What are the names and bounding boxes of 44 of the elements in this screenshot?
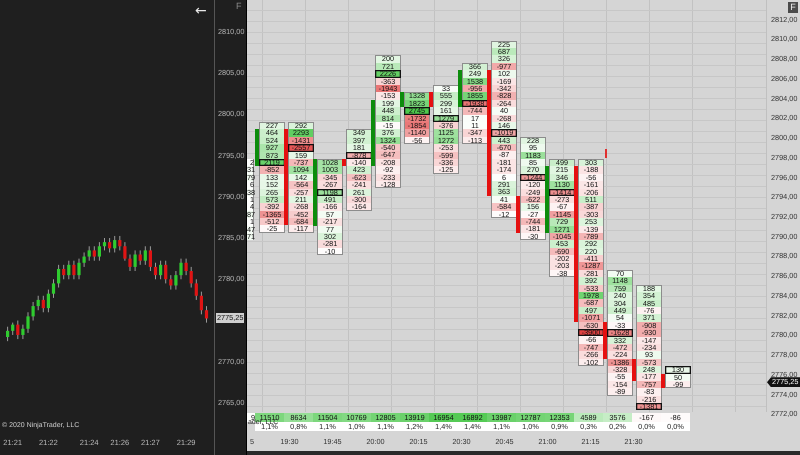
candle [174,270,178,290]
candle [179,258,183,280]
candle [46,289,50,313]
candle [144,246,147,266]
candle [92,246,96,262]
candle [98,242,101,262]
candle [16,320,20,340]
candle [159,260,162,280]
candle [26,312,30,334]
marker-icon [604,149,608,158]
candle [42,295,45,313]
candle [138,250,142,266]
candle [118,235,122,251]
candle [148,246,152,272]
candle [102,238,106,251]
candle [154,262,158,280]
candle [57,264,60,288]
candle [62,264,66,280]
panel-button[interactable]: F [236,1,242,11]
candle [134,250,137,272]
candle [72,260,76,280]
panel-button[interactable]: F [788,2,798,13]
candle [36,295,40,311]
candle [32,301,35,322]
candle [77,258,81,280]
candle [164,260,168,284]
candle [6,326,10,342]
back-arrow-button[interactable]: ← [193,2,209,20]
candle [82,252,86,268]
candle [194,278,198,300]
candle [128,254,132,272]
candle [190,266,193,288]
candle [123,242,126,262]
candle [204,306,208,324]
candle [88,246,91,262]
candle [108,238,112,253]
candle [21,324,24,340]
candle [184,258,188,276]
candle [200,291,203,315]
candle [113,235,116,253]
candle [67,260,70,280]
candle [11,322,14,336]
candle [169,274,172,290]
candle [52,278,56,298]
